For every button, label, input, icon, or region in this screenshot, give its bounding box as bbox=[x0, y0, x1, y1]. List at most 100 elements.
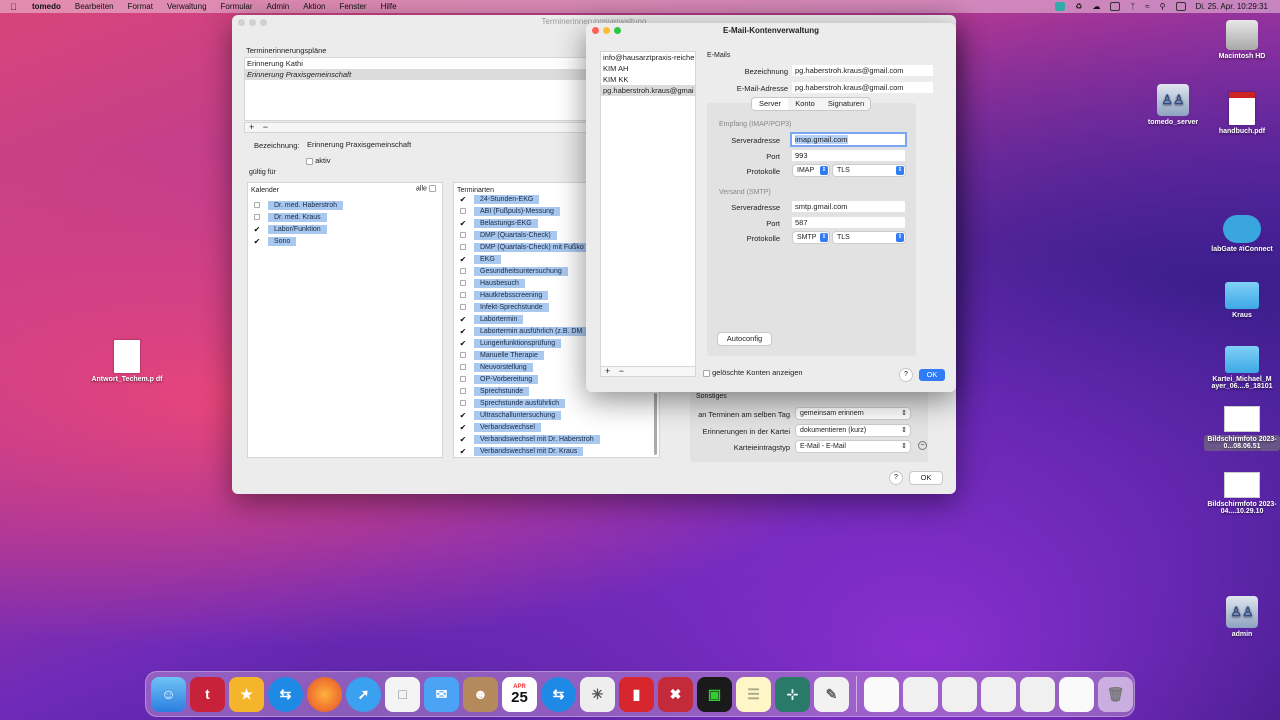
menu-bearbeiten[interactable]: Bearbeiten bbox=[75, 2, 114, 11]
notes-icon[interactable]: ☰ bbox=[736, 676, 771, 712]
autoconfig-button[interactable]: Autoconfig bbox=[718, 333, 771, 345]
help-button[interactable]: ? bbox=[890, 472, 902, 484]
terminart-item[interactable]: ✔ Belastungs-EKG bbox=[454, 217, 538, 229]
account-item[interactable]: info@hausarztpraxis-reiche bbox=[601, 52, 695, 63]
terminart-item[interactable]: OP-Vorbereitung bbox=[454, 373, 539, 385]
terminart-item[interactable]: Hautkrebsscreening bbox=[454, 289, 549, 301]
pdf-stack-icon[interactable] bbox=[1020, 676, 1055, 712]
checkbox[interactable] bbox=[252, 201, 262, 210]
bezeichnung-field[interactable]: pg.haberstroh.kraus@gmail.com bbox=[792, 65, 933, 76]
checkmark-icon[interactable]: ✔ bbox=[458, 255, 468, 264]
zoom-button[interactable] bbox=[614, 27, 621, 34]
checkbox[interactable] bbox=[458, 243, 468, 252]
account-item-selected[interactable]: pg.haberstroh.kraus@gmai bbox=[601, 85, 695, 96]
teamviewer-icon[interactable]: ⇆ bbox=[268, 676, 303, 712]
terminart-item[interactable]: Manuelle Therapie bbox=[454, 349, 544, 361]
ok-button[interactable]: OK bbox=[910, 472, 942, 484]
menu-format[interactable]: Format bbox=[128, 2, 153, 11]
terminart-item[interactable]: Sprechstunde bbox=[454, 385, 530, 397]
aktiv-checkbox[interactable]: aktiv bbox=[306, 156, 331, 165]
contacts-icon[interactable]: ☻ bbox=[463, 676, 498, 712]
kalender-item[interactable]: ✔ Sono bbox=[248, 235, 297, 247]
checkbox[interactable] bbox=[458, 399, 468, 408]
plan-item-selected[interactable]: Erinnerung Praxisgemeinschaft bbox=[245, 69, 603, 80]
checkbox[interactable] bbox=[458, 303, 468, 312]
kalender-item[interactable]: Dr. med. Kraus bbox=[248, 211, 327, 223]
show-deleted-check[interactable] bbox=[703, 369, 710, 377]
pdf-stack-icon[interactable] bbox=[942, 676, 977, 712]
terminart-item[interactable]: Gesundheitsuntersuchung bbox=[454, 265, 568, 277]
teamviewer-icon[interactable]: ⇆ bbox=[541, 676, 576, 712]
clock[interactable]: Di. 25. Apr. 10:29:31 bbox=[1196, 2, 1269, 11]
textedit-icon[interactable]: ✎ bbox=[814, 676, 849, 712]
checkbox[interactable] bbox=[458, 387, 468, 396]
finder-icon[interactable]: ☺ bbox=[151, 676, 186, 712]
terminart-item[interactable]: DMP (Quartals-Check) bbox=[454, 229, 557, 241]
desktop-icon-kraus[interactable]: Kraus bbox=[1204, 282, 1280, 319]
terminart-item[interactable]: ✔ Verbandswechsel bbox=[454, 421, 541, 433]
in-protocol-select[interactable]: IMAP ⇕ bbox=[793, 165, 829, 176]
checkbox[interactable] bbox=[252, 213, 262, 222]
menu-verwaltung[interactable]: Verwaltung bbox=[167, 2, 207, 11]
minus-circle-icon[interactable]: − bbox=[918, 441, 927, 450]
checkbox[interactable] bbox=[458, 207, 468, 216]
account-item[interactable]: KIM KK bbox=[601, 74, 695, 85]
safari-icon[interactable]: ➚ bbox=[346, 676, 381, 712]
wifi-icon[interactable]: ≈ bbox=[1145, 2, 1149, 11]
terminart-item[interactable]: Sprechstunde ausführlich bbox=[454, 397, 565, 409]
menu-admin[interactable]: Admin bbox=[267, 2, 290, 11]
desktop-icon-handbuch[interactable]: handbuch.pdf bbox=[1204, 92, 1280, 135]
checkmark-icon[interactable]: ✔ bbox=[458, 423, 468, 432]
desktop-icon-antwort-techem[interactable]: Antwort_Techem.p df bbox=[89, 340, 165, 383]
checkmark-icon[interactable]: ✔ bbox=[458, 447, 468, 456]
tab-server[interactable]: Server bbox=[752, 98, 788, 110]
ok-button[interactable]: OK bbox=[919, 369, 945, 381]
remote-desktop-icon[interactable]: ✖ bbox=[658, 676, 693, 712]
tab-signaturen[interactable]: Signaturen bbox=[822, 98, 870, 110]
screenshot-stack-icon[interactable] bbox=[903, 676, 938, 712]
checkmark-icon[interactable]: ✔ bbox=[458, 195, 468, 204]
checkbox[interactable] bbox=[458, 375, 468, 384]
out-server-field[interactable]: smtp.gmail.com bbox=[792, 201, 905, 212]
firefox-icon[interactable] bbox=[307, 676, 342, 712]
desktop-icon-admin[interactable]: ♙♙ admin bbox=[1204, 596, 1280, 638]
screen-share-icon[interactable]: ▣ bbox=[697, 676, 732, 712]
out-port-field[interactable]: 587 bbox=[792, 217, 905, 228]
menu-app-name[interactable]: tomedo bbox=[32, 2, 61, 11]
out-protocol-select[interactable]: SMTP ⇕ bbox=[793, 232, 829, 243]
bluetooth-icon[interactable]: ᛉ bbox=[1130, 2, 1135, 11]
terminart-item[interactable]: Infekt-Sprechstunde bbox=[454, 301, 549, 313]
mail-icon[interactable]: ✉ bbox=[424, 676, 459, 712]
desktop-icon-tomedo-server[interactable]: ♙♙ tomedo_server bbox=[1135, 84, 1211, 126]
terminart-item[interactable]: ✔ EKG bbox=[454, 253, 501, 265]
out-security-select[interactable]: TLS ⇕ bbox=[833, 232, 905, 243]
search-icon[interactable]: ⚲ bbox=[1160, 2, 1166, 11]
document-stack-icon[interactable] bbox=[864, 676, 899, 712]
minimize-button[interactable] bbox=[249, 19, 256, 26]
checkmark-icon[interactable]: ✔ bbox=[252, 225, 262, 234]
desktop-icon-kartei[interactable]: Kartei_Michael_M ayer_06....6_18101 bbox=[1204, 346, 1280, 390]
terminart-item[interactable]: ✔ Lungenfunktionsprüfung bbox=[454, 337, 562, 349]
checkmark-icon[interactable]: ✔ bbox=[458, 339, 468, 348]
terminart-item[interactable]: ✔ Verbandswechsel mit Dr. Kraus bbox=[454, 445, 584, 457]
alle-check[interactable] bbox=[428, 185, 436, 192]
status-app-icon[interactable] bbox=[1055, 2, 1066, 11]
terminart-item[interactable]: ✔ Verbandswechsel mit Dr. Haberstroh bbox=[454, 433, 600, 445]
book-icon[interactable]: ▮ bbox=[619, 676, 654, 712]
checkmark-icon[interactable]: ✔ bbox=[458, 435, 468, 444]
help-button[interactable]: ? bbox=[900, 369, 912, 381]
plan-item[interactable]: Erinnerung Kathi bbox=[245, 58, 603, 69]
menu-aktion[interactable]: Aktion bbox=[303, 2, 325, 11]
terminart-item[interactable]: ABI (Fußpuls)-Messung bbox=[454, 205, 560, 217]
trash-icon[interactable]: 🗑 bbox=[1098, 676, 1133, 712]
checkbox[interactable] bbox=[458, 231, 468, 240]
desktop-icon-screenshot-2[interactable]: Bildschirmfoto 2023-04....10.29.10 bbox=[1204, 472, 1280, 515]
checkmark-icon[interactable]: ✔ bbox=[458, 411, 468, 420]
add-plan-button[interactable]: + bbox=[249, 122, 254, 132]
typ-select[interactable]: E-Mail - E-Mail ⇕ bbox=[796, 441, 910, 452]
checkmark-icon[interactable]: ✔ bbox=[252, 237, 262, 246]
network-app-icon[interactable]: ✳ bbox=[580, 676, 615, 712]
checkbox[interactable] bbox=[458, 363, 468, 372]
tab-konto[interactable]: Konto bbox=[788, 98, 822, 110]
in-security-select[interactable]: TLS ⇕ bbox=[833, 165, 905, 176]
